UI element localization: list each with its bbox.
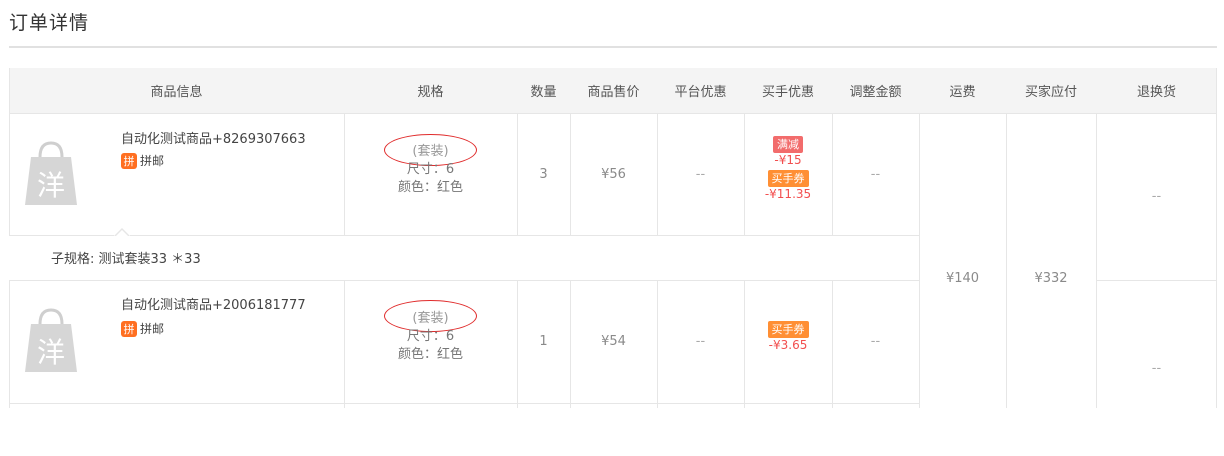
discount-value: -¥11.35 (764, 187, 812, 201)
quantity-value: 3 (539, 166, 548, 182)
col-header-shipping: 运费 (949, 85, 976, 100)
grid-line (9, 235, 114, 236)
full-reduction-badge: 满减 (773, 136, 803, 153)
grid-line (130, 235, 919, 236)
sub-spec-pointer-inner (115, 230, 129, 237)
spec-size: 尺寸：6 (406, 329, 455, 344)
adjust-amount-value: -- (870, 166, 881, 182)
spec-color: 颜色：红色 (397, 180, 463, 195)
pin-tag-icon: 拼 (121, 152, 137, 169)
return-exchange-value[interactable]: -- (1096, 280, 1217, 456)
svg-text:洋: 洋 (37, 336, 65, 369)
buyer-coupon-badge: 买手券 (767, 321, 809, 338)
adjust-amount-value: -- (870, 334, 881, 349)
shipping-value: ¥140 (945, 270, 980, 286)
buyer-discount-block: 满减 -¥15 买手券 -¥11.35 (744, 136, 832, 201)
page-title: 订单详情 (9, 12, 90, 34)
col-header-spec: 规格 (417, 85, 444, 100)
price-value: ¥54 (601, 334, 626, 349)
platform-discount-value: -- (695, 166, 706, 182)
spec-kit: (套装) (412, 144, 449, 159)
product-name-link[interactable]: 自动化测试商品+2006181777 (121, 294, 306, 313)
shipping-tag: 拼 拼邮 (121, 152, 164, 169)
shipping-tag: 拼 拼邮 (121, 320, 164, 337)
return-exchange-value[interactable]: -- (1096, 113, 1217, 280)
order-detail-table: 商品信息 规格 数量 商品售价 平台优惠 买手优惠 调整金额 运费 买家应付 退… (9, 68, 1217, 408)
buyer-payable-value: ¥332 (1034, 270, 1068, 286)
grid-line (9, 280, 919, 281)
buyer-coupon-badge: 买手券 (767, 170, 809, 187)
platform-discount-value: -- (695, 334, 706, 349)
col-header-adjust-amount: 调整金额 (849, 85, 902, 100)
discount-value: -¥15 (774, 153, 802, 167)
yang-shopping-bag-icon: 洋 (25, 308, 77, 372)
buyer-discount-block: 买手券 -¥3.65 (744, 321, 832, 352)
shipping-tag-label: 拼邮 (140, 154, 165, 168)
pin-tag-icon: 拼 (121, 320, 137, 337)
spec-kit: (套装) (412, 311, 449, 326)
col-header-product-info: 商品信息 (150, 85, 203, 100)
spec-block: (套装) 尺寸：6 颜色：红色 (344, 310, 517, 364)
quantity-value: 1 (539, 334, 548, 349)
sub-spec-row: 子规格: 测试套装33 ＊33 (9, 235, 919, 280)
svg-text:洋: 洋 (37, 169, 65, 202)
spec-color: 颜色：红色 (397, 347, 463, 362)
col-header-buyer-payable: 买家应付 (1024, 85, 1077, 100)
col-header-return-exchange: 退换货 (1136, 85, 1176, 100)
col-header-buyer-discount: 买手优惠 (761, 85, 814, 100)
spec-block: (套装) 尺寸：6 颜色：红色 (344, 143, 517, 197)
col-header-price: 商品售价 (587, 85, 640, 100)
col-header-platform-discount: 平台优惠 (674, 85, 727, 100)
price-value: ¥56 (601, 166, 626, 182)
product-name-link[interactable]: 自动化测试商品+8269307663 (121, 128, 306, 147)
shipping-tag-label: 拼邮 (140, 322, 165, 336)
grid-line (9, 403, 919, 404)
sub-spec-text: 子规格: 测试套装33 ＊33 (51, 252, 201, 267)
spec-size: 尺寸：6 (406, 162, 455, 177)
discount-value: -¥3.65 (768, 338, 808, 352)
yang-shopping-bag-icon: 洋 (25, 141, 77, 205)
title-divider (9, 46, 1217, 48)
col-header-quantity: 数量 (530, 85, 557, 100)
